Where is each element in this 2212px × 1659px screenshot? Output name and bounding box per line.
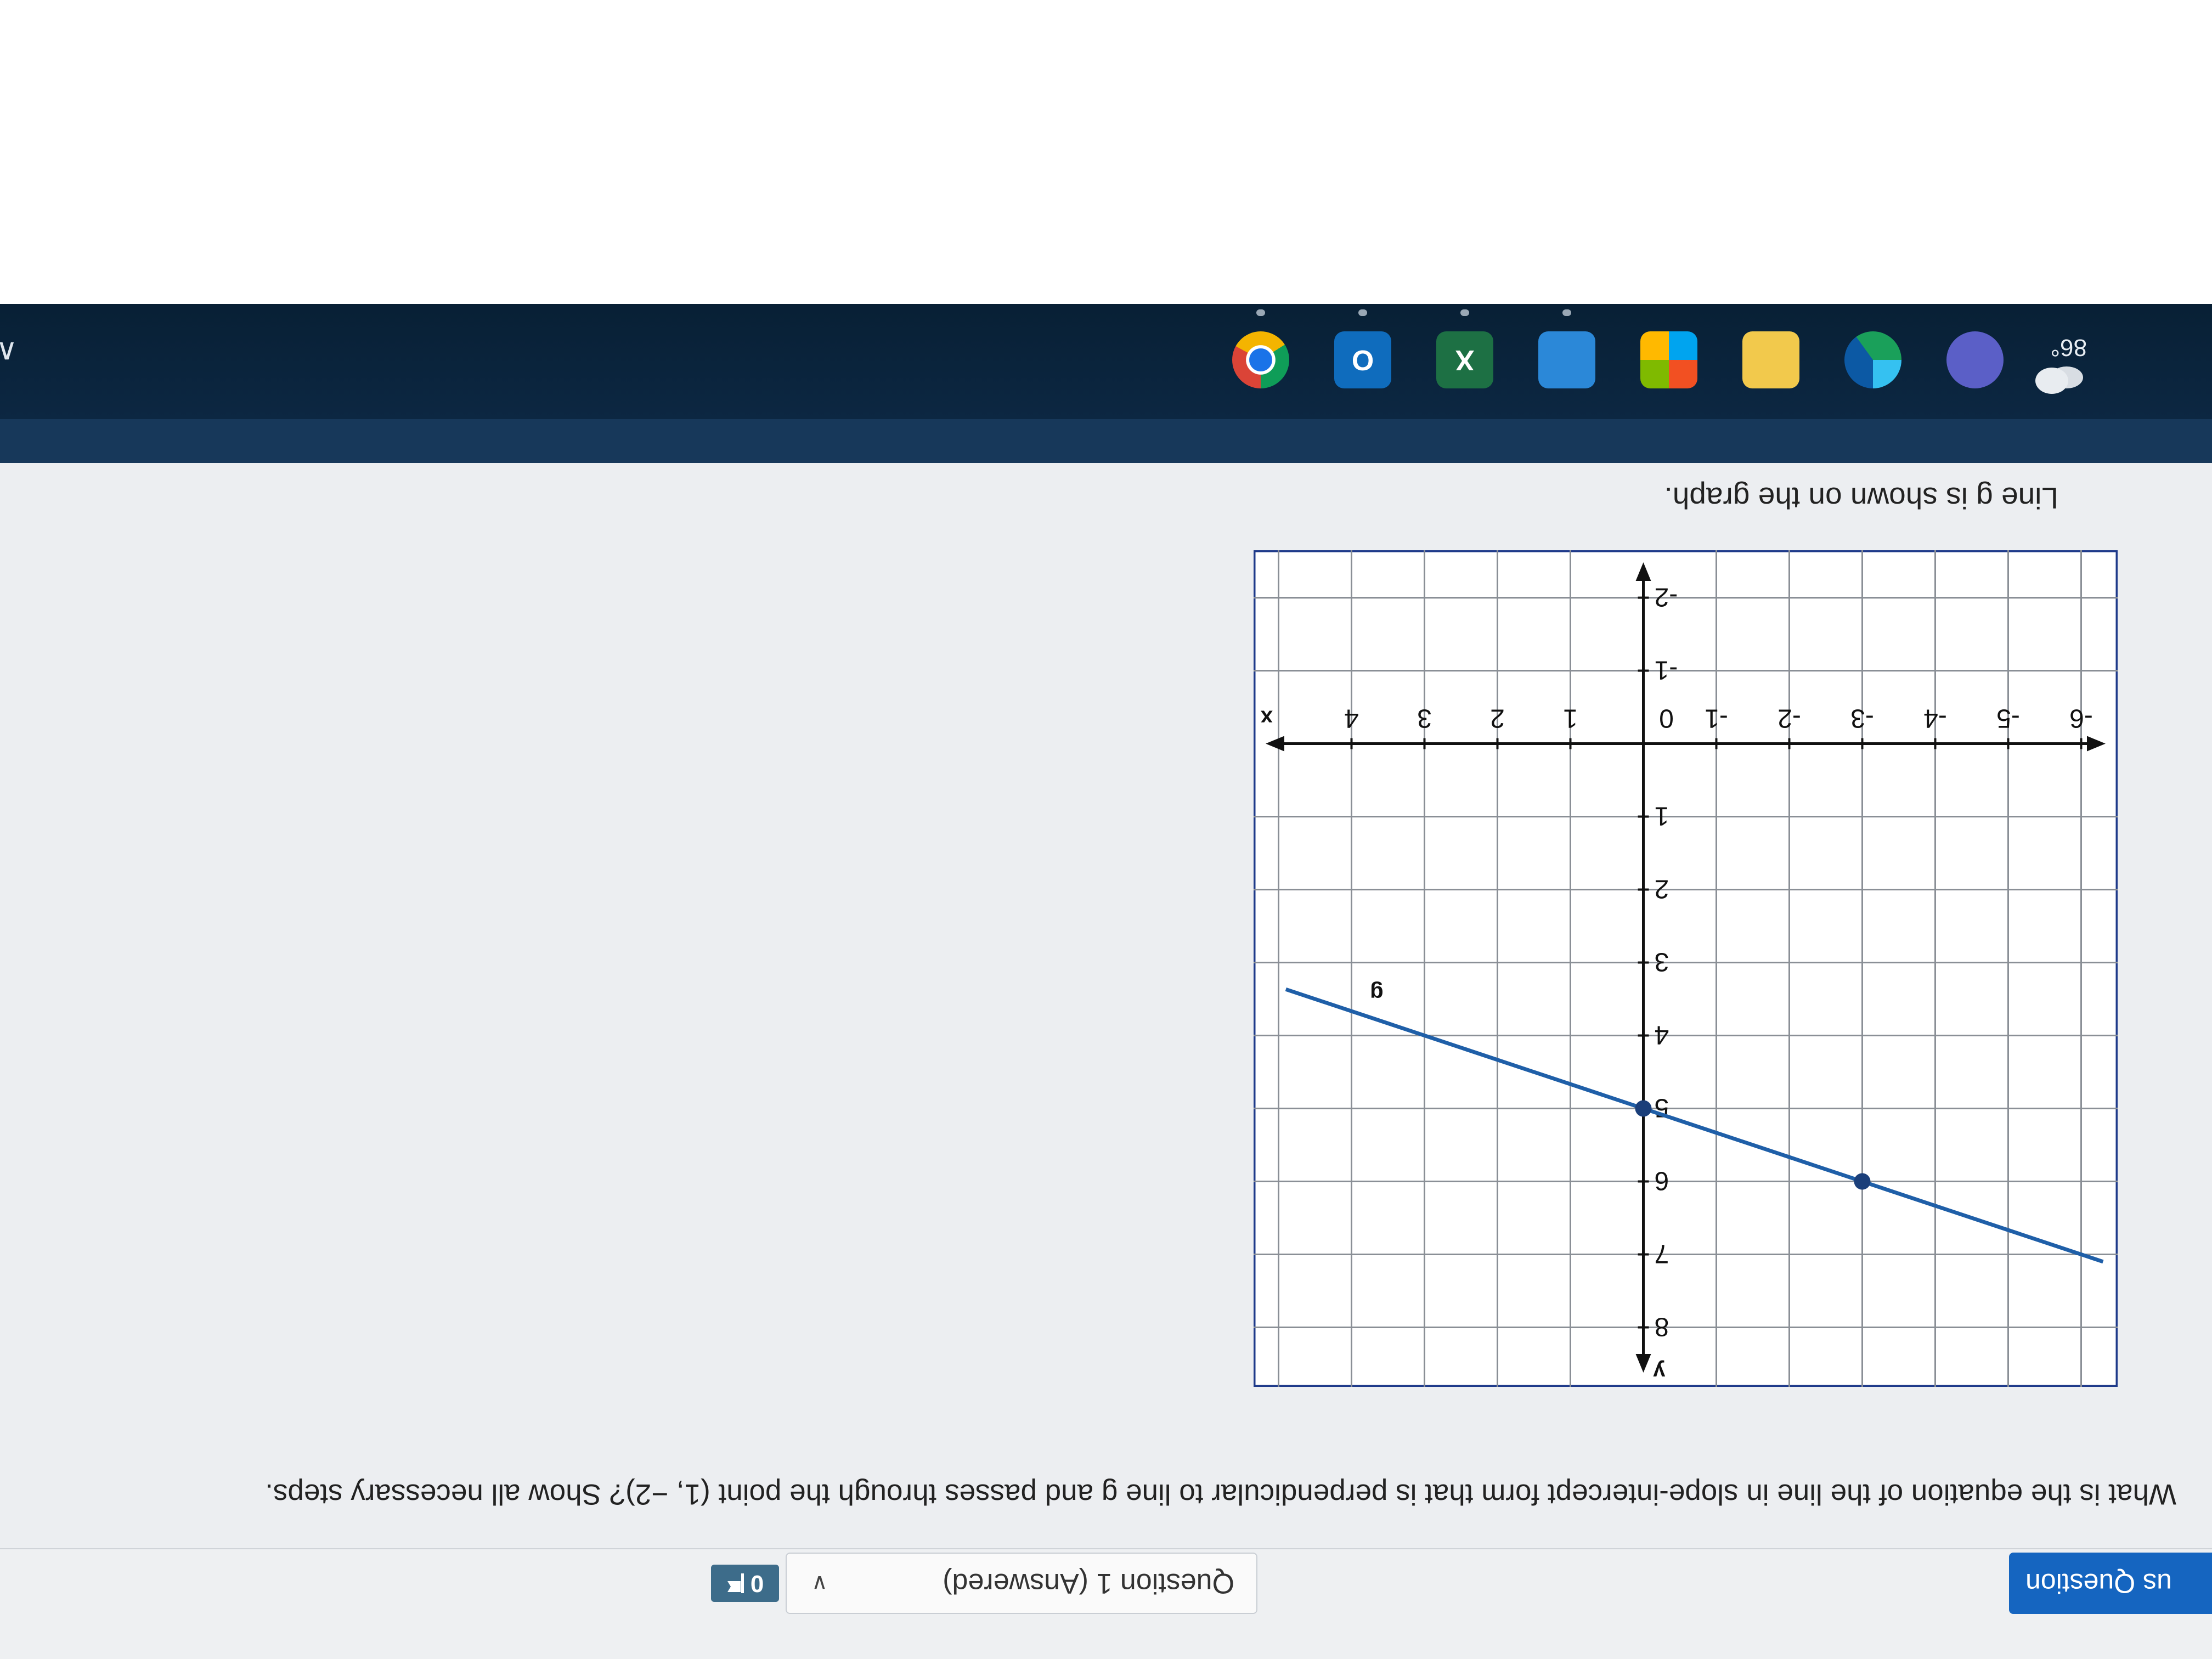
edge-icon[interactable]	[1844, 331, 1901, 388]
question-selector[interactable]: Question 1 (Answered) ∨	[786, 1553, 1257, 1614]
mail-icon[interactable]	[1538, 331, 1595, 388]
y-tick-label: 3	[1655, 947, 1669, 977]
y-tick-label: 7	[1655, 1239, 1669, 1268]
taskbar-running-indicator	[1460, 309, 1469, 316]
window-top-strip	[0, 419, 2212, 463]
excel-icon[interactable]: X	[1436, 331, 1493, 388]
taskbar-running-indicator	[1256, 309, 1265, 316]
question-selector-label: Question 1 (Answered)	[943, 1567, 1234, 1599]
taskbar: 86° OX ∧	[0, 304, 2212, 419]
x-tick-label: -6	[2069, 704, 2093, 733]
file-explorer-icon[interactable]	[1742, 331, 1799, 388]
x-tick-label: -5	[1996, 704, 2020, 733]
x-axis-label: x	[1261, 706, 1273, 730]
x-tick-label: 4	[1344, 704, 1359, 733]
weather-temperature[interactable]: 86°	[2050, 334, 2087, 361]
tray-chevron-up-icon[interactable]: ∧	[0, 335, 18, 370]
flag-count-value: 0	[750, 1570, 764, 1597]
x-tick-label: 0	[1659, 704, 1674, 733]
intro-text: Line g is shown on the graph.	[1664, 481, 2058, 515]
graph-svg: xy -6-5-4-3-2-101234-2-112345678 g	[1251, 548, 2120, 1389]
chevron-down-icon: ∨	[811, 1571, 828, 1595]
y-tick-label: -1	[1655, 656, 1678, 685]
x-tick-label: 1	[1563, 704, 1578, 733]
x-tick-label: -4	[1923, 704, 1947, 733]
y-tick-label: 4	[1655, 1020, 1669, 1049]
y-tick-label: 6	[1655, 1166, 1669, 1195]
flag-count-badge[interactable]: 0	[711, 1565, 779, 1602]
coordinate-graph: xy -6 -5 -4 -3 -2 -1 0 1 2 3 4 -2 -1 1 2 3 4 5 6 7 8 g	[1251, 548, 2120, 1389]
y-tick-label: 2	[1655, 874, 1669, 904]
line-g-label: g	[1370, 981, 1383, 1006]
line-g-point	[1854, 1173, 1871, 1190]
taskbar-running-indicator	[1562, 309, 1571, 316]
y-tick-label: 8	[1655, 1312, 1669, 1341]
quiz-page: us Question Question 1 (Answered) ∨ 0 Wh…	[0, 419, 2212, 1659]
x-tick-label: 3	[1417, 704, 1432, 733]
question-nav-bar: us Question Question 1 (Answered) ∨ 0	[0, 1548, 2212, 1659]
chrome-icon[interactable]	[1232, 331, 1289, 388]
y-tick-label: 1	[1655, 802, 1669, 831]
y-tick-label: -2	[1655, 583, 1678, 612]
flag-icon	[727, 1573, 744, 1593]
x-tick-label: -1	[1705, 704, 1728, 733]
x-tick-label: 2	[1490, 704, 1505, 733]
photo-stage: us Question Question 1 (Answered) ∨ 0 Wh…	[0, 0, 2212, 1659]
y-axis-label: y	[1653, 1360, 1666, 1384]
outlook-icon[interactable]: O	[1334, 331, 1391, 388]
previous-question-button[interactable]: us Question	[2009, 1553, 2212, 1614]
teams-icon[interactable]	[1946, 331, 2004, 388]
x-tick-label: -3	[1850, 704, 1874, 733]
line-g-point	[1635, 1100, 1652, 1117]
graph-frame	[1251, 548, 2120, 1389]
desktop-bezel	[0, 0, 2212, 304]
taskbar-running-indicator	[1358, 309, 1367, 316]
question-text: What is the equation of the line in slop…	[265, 1478, 2176, 1510]
x-tick-label: -2	[1778, 704, 1801, 733]
cloud-icon[interactable]	[2031, 365, 2086, 395]
store-icon[interactable]	[1640, 331, 1697, 388]
